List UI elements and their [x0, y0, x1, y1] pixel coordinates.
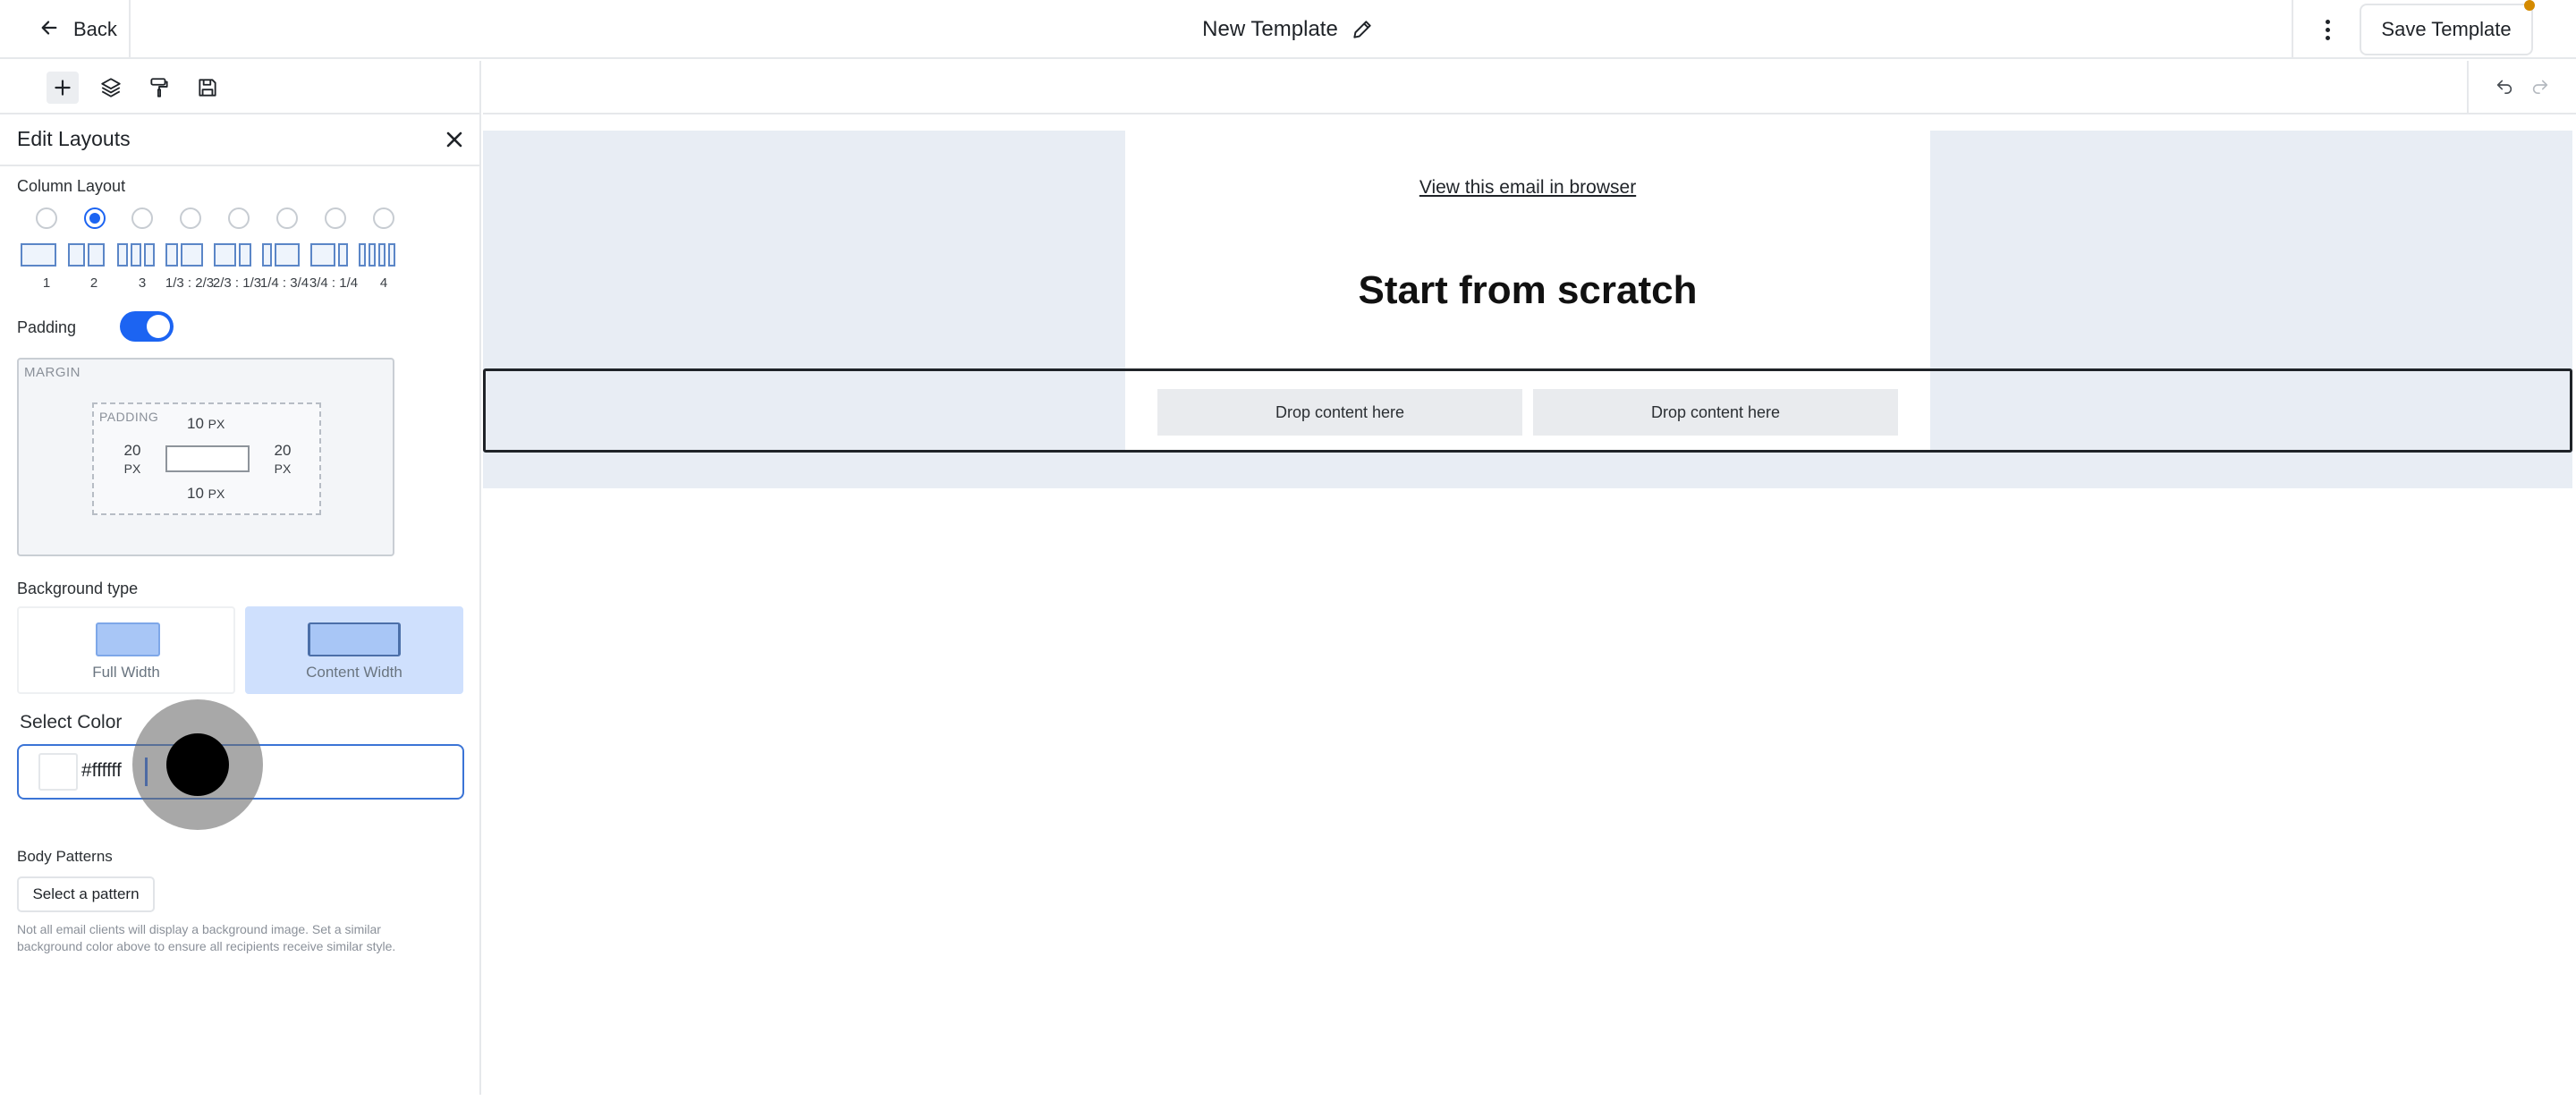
- more-options-icon[interactable]: [2308, 0, 2347, 59]
- layout-label: 3/4 : 1/4: [309, 275, 359, 291]
- undo-redo-group: [2467, 61, 2576, 113]
- layout-1-4-3-4-icon[interactable]: [262, 243, 300, 267]
- layout-radio-1-4-3-4[interactable]: [276, 207, 298, 229]
- select-color-label: Select Color: [20, 712, 123, 732]
- add-icon[interactable]: [47, 72, 79, 104]
- full-width-swatch: [96, 622, 160, 656]
- layout-radio-1-3-2-3[interactable]: [180, 207, 201, 229]
- background-content-width-option[interactable]: Content Width: [245, 606, 463, 694]
- pencil-icon[interactable]: [1351, 18, 1374, 41]
- arrow-left-icon: [39, 18, 59, 41]
- layout-radio-3[interactable]: [131, 207, 153, 229]
- header-divider: [2292, 0, 2293, 59]
- padding-toggle[interactable]: [120, 311, 174, 342]
- page-title: New Template: [1202, 17, 1338, 41]
- layout-1-col-icon[interactable]: [21, 243, 56, 267]
- padding-box-label: PADDING: [99, 410, 159, 424]
- edit-layouts-panel: Edit Layouts Column Layout 1 2 3 1/3 : 2…: [0, 114, 481, 1095]
- paint-roller-icon[interactable]: [143, 72, 175, 104]
- view-in-browser-link[interactable]: View this email in browser: [1125, 177, 1930, 199]
- padding-label: Padding: [17, 318, 77, 336]
- padding-box: PADDING 10 PX 10 PX 20 PX 20 PX: [92, 402, 321, 515]
- save-template-button[interactable]: Save Template: [2360, 4, 2533, 55]
- layout-label: 3: [138, 275, 147, 291]
- padding-left-value[interactable]: 20 PX: [119, 442, 146, 478]
- pointer-dot: [166, 733, 229, 796]
- email-header-section[interactable]: View this email in browser Start from sc…: [1125, 131, 1930, 368]
- top-bar: Back New Template Save Template: [0, 0, 2576, 59]
- close-icon[interactable]: [442, 127, 467, 152]
- layout-label: 2/3 : 1/3: [212, 275, 262, 291]
- selected-layout-row[interactable]: Drop content here Drop content here: [483, 368, 2572, 453]
- layout-4-col-icon[interactable]: [359, 243, 395, 267]
- editor-tool-row: [0, 61, 481, 114]
- select-pattern-button[interactable]: Select a pattern: [17, 876, 155, 912]
- layout-3-4-1-4-icon[interactable]: [310, 243, 348, 267]
- body-patterns-label: Body Patterns: [17, 848, 113, 865]
- layout-2-3-1-3-icon[interactable]: [214, 243, 251, 267]
- padding-top-value[interactable]: 10 PX: [187, 415, 225, 433]
- content-box: [165, 445, 250, 472]
- layout-label: 1: [42, 275, 51, 291]
- notification-dot: [2524, 0, 2535, 11]
- redo-icon[interactable]: [2530, 75, 2550, 99]
- background-type-label: Background type: [17, 580, 139, 597]
- background-full-width-option[interactable]: Full Width: [17, 606, 235, 694]
- template-title-area[interactable]: New Template: [1163, 0, 1413, 59]
- full-width-label: Full Width: [92, 664, 160, 681]
- layout-label: 1/4 : 3/4: [259, 275, 309, 291]
- column-layout-label: Column Layout: [17, 177, 126, 195]
- pattern-note: Not all email clients will display a bac…: [17, 922, 396, 953]
- margin-box: MARGIN PADDING 10 PX 10 PX 20 PX 20 PX: [17, 358, 394, 556]
- row-content-area: Drop content here Drop content here: [1125, 371, 1930, 450]
- back-label: Back: [73, 18, 117, 40]
- drop-zone[interactable]: Drop content here: [1533, 389, 1898, 436]
- layout-radio-1[interactable]: [36, 207, 57, 229]
- layers-icon[interactable]: [95, 72, 127, 104]
- panel-title: Edit Layouts: [17, 127, 131, 150]
- color-swatch[interactable]: [38, 753, 78, 791]
- layout-radio-2[interactable]: [84, 207, 106, 229]
- drop-zone[interactable]: Drop content here: [1157, 389, 1522, 436]
- layout-radio-3-4-1-4[interactable]: [325, 207, 346, 229]
- layout-radio-2-3-1-3[interactable]: [228, 207, 250, 229]
- content-width-label: Content Width: [306, 664, 402, 681]
- canvas-toolbar: [483, 61, 2576, 114]
- panel-header: Edit Layouts: [0, 114, 479, 166]
- back-button[interactable]: Back: [0, 0, 131, 59]
- save-icon[interactable]: [191, 72, 224, 104]
- content-width-swatch: [308, 622, 401, 656]
- layout-2-col-icon[interactable]: [68, 243, 105, 267]
- layout-1-3-2-3-icon[interactable]: [165, 243, 203, 267]
- padding-bottom-value[interactable]: 10 PX: [187, 485, 225, 503]
- color-value: #ffffff: [81, 760, 122, 781]
- layout-radio-4[interactable]: [373, 207, 394, 229]
- layout-3-col-icon[interactable]: [117, 243, 155, 267]
- padding-right-value[interactable]: 20 PX: [269, 442, 296, 478]
- layout-label: 1/3 : 2/3: [165, 275, 215, 291]
- email-heading[interactable]: Start from scratch: [1125, 268, 1930, 313]
- layout-label: 2: [89, 275, 98, 291]
- margin-label: MARGIN: [24, 365, 80, 380]
- undo-icon[interactable]: [2495, 75, 2514, 99]
- layout-label: 4: [379, 275, 388, 291]
